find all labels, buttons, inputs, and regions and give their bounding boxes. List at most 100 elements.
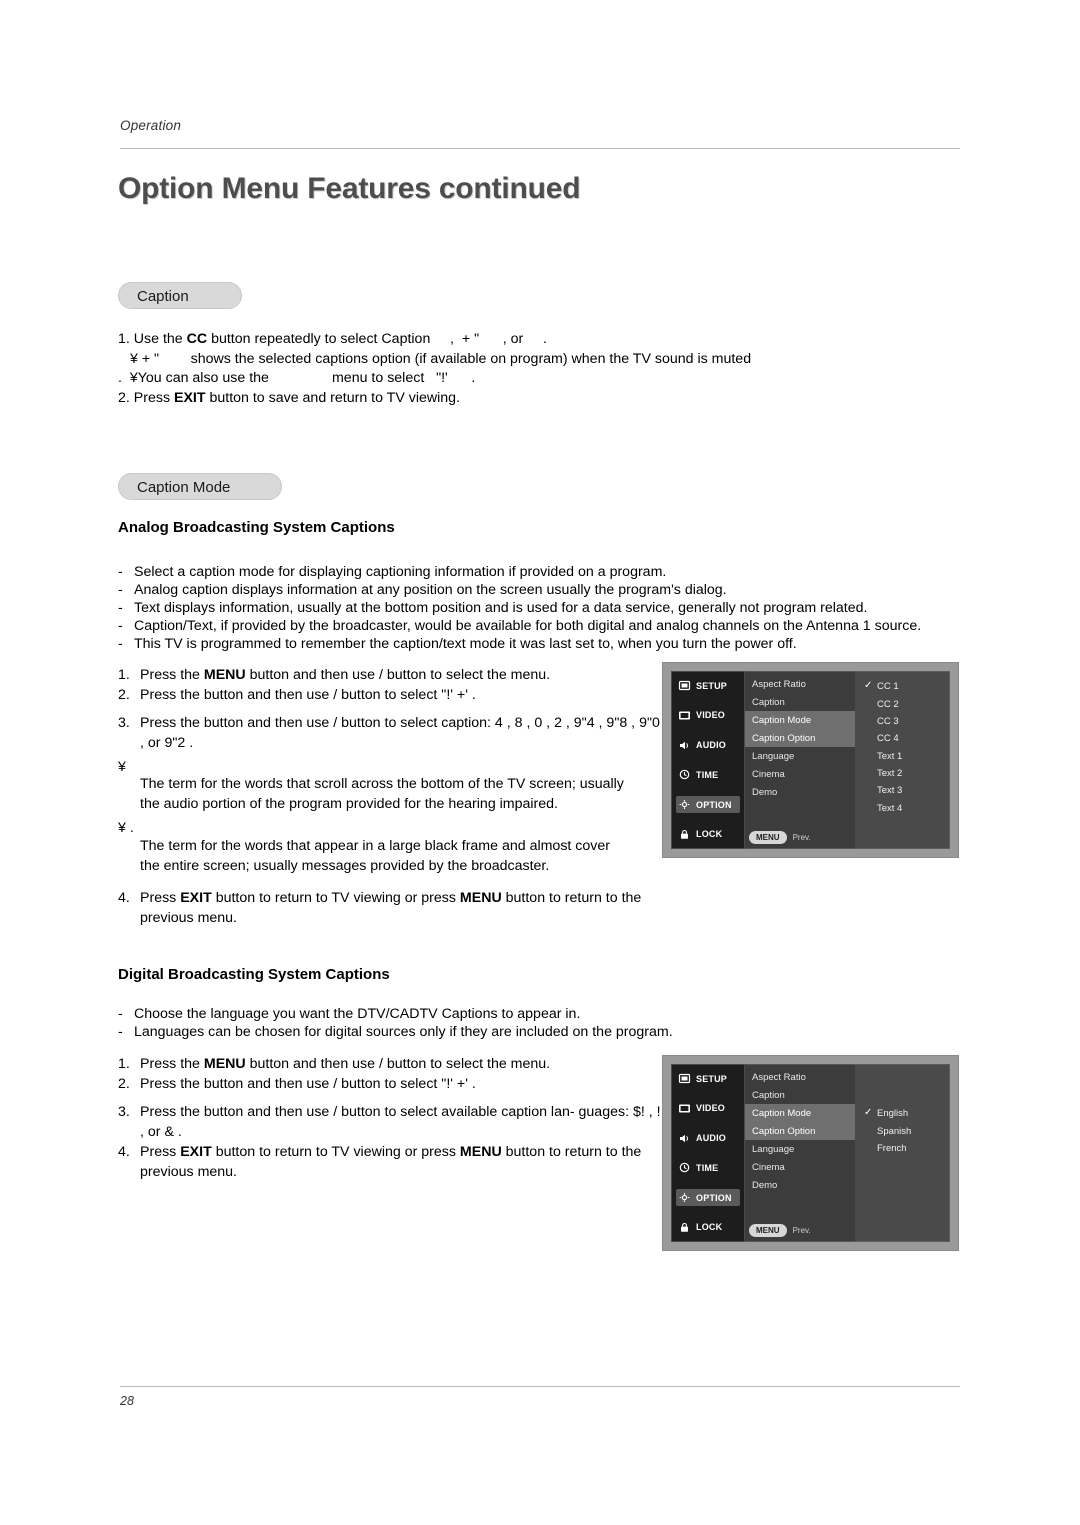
lock-icon	[678, 1222, 691, 1233]
osd-digital-menu-list: Aspect Ratio Caption Caption Mode Captio…	[745, 1064, 855, 1242]
osd-digital-button-setup-label: SETUP	[696, 1073, 728, 1084]
analog-bullet-5-text: This TV is programmed to remember the ca…	[134, 636, 797, 652]
osd-analog-option-cc1[interactable]: ✓ CC 1	[855, 678, 949, 695]
osd-digital-button-video-label: VIDEO	[696, 1103, 726, 1114]
osd-analog-option-cc2[interactable]: CC 2	[855, 695, 949, 712]
osd-analog-menu-caption[interactable]: Caption	[745, 693, 855, 711]
analog-note-2-text: The term for the words that appear in a …	[140, 838, 610, 874]
osd-digital: SETUP VIDEO AUDIO TIME OPTION LOCK Aspec…	[662, 1055, 959, 1251]
osd-analog-button-option[interactable]: OPTION	[676, 796, 740, 814]
step-number: 1.	[118, 667, 130, 683]
analog-heading: Analog Broadcasting System Captions	[118, 519, 395, 536]
analog-bullet-4: - Caption/Text, if provided by the broad…	[118, 616, 958, 636]
osd-analog-button-lock[interactable]: LOCK	[676, 826, 740, 843]
osd-digital-options: ✓ English Spanish French	[855, 1064, 950, 1242]
osd-analog-menu-caption-option[interactable]: Caption Option	[745, 729, 855, 747]
osd-digital-menu-button[interactable]: MENU	[749, 1224, 787, 1237]
clock-icon	[678, 769, 691, 780]
osd-analog-menu-aspect-ratio[interactable]: Aspect Ratio	[745, 675, 855, 693]
analog-bullet-2-text: Analog caption displays information at a…	[134, 582, 727, 598]
osd-analog-button-audio-label: AUDIO	[696, 740, 726, 751]
audio-icon	[678, 1133, 691, 1144]
analog-step-3-text: Press the button and then use / button t…	[140, 715, 660, 751]
osd-digital-button-setup[interactable]: SETUP	[676, 1070, 740, 1087]
dash-marker: -	[118, 600, 123, 616]
digital-step-1: 1. Press the MENU button and then use / …	[118, 1054, 663, 1074]
osd-analog-option-cc4[interactable]: CC 4	[855, 730, 949, 747]
osd-digital-button-option[interactable]: OPTION	[676, 1189, 740, 1207]
caption-item-1: 1. Use the CC button repeatedly to selec…	[118, 331, 547, 347]
osd-digital-menu-aspect-ratio[interactable]: Aspect Ratio	[745, 1068, 855, 1086]
digital-heading: Digital Broadcasting System Captions	[118, 966, 390, 983]
osd-digital-button-lock[interactable]: LOCK	[676, 1219, 740, 1236]
dash-marker: -	[118, 564, 123, 580]
manual-page: Operation Option Menu Features continued…	[0, 0, 1080, 1525]
check-icon: ✓	[864, 680, 873, 691]
osd-digital-menu-caption[interactable]: Caption	[745, 1086, 855, 1104]
osd-analog-option-text4[interactable]: Text 4	[855, 800, 949, 817]
osd-digital-option-english[interactable]: ✓ English	[855, 1105, 949, 1122]
osd-analog-menu-button[interactable]: MENU	[749, 831, 787, 844]
osd-analog-menu-demo[interactable]: Demo	[745, 783, 855, 801]
caption-item-2: ¥ + " shows the selected captions option…	[130, 351, 752, 367]
osd-digital-option-french[interactable]: French	[855, 1140, 949, 1157]
option-icon	[678, 1192, 691, 1203]
osd-digital-button-time-label: TIME	[696, 1162, 719, 1173]
analog-bullet-5: - This TV is programmed to remember the …	[118, 634, 958, 654]
osd-digital-button-audio[interactable]: AUDIO	[676, 1130, 740, 1147]
page-title: Option Menu Features continued	[118, 172, 581, 205]
osd-analog-menu-caption-mode[interactable]: Caption Mode	[745, 711, 855, 729]
osd-analog-button-option-label: OPTION	[696, 799, 732, 810]
osd-digital-menu-demo[interactable]: Demo	[745, 1176, 855, 1194]
osd-digital-prev-hint: Prev.	[792, 1226, 811, 1235]
osd-analog-button-video[interactable]: VIDEO	[676, 707, 740, 724]
osd-analog: SETUP VIDEO AUDIO TIME OPTION LOCK Aspec…	[662, 662, 959, 858]
step-number: 4.	[118, 1144, 130, 1160]
osd-analog-option-cc1-label: CC 1	[877, 681, 899, 693]
osd-analog-button-lock-label: LOCK	[696, 829, 723, 840]
osd-digital-menu-language[interactable]: Language	[745, 1140, 855, 1158]
osd-analog-menu-language[interactable]: Language	[745, 747, 855, 765]
analog-note-1-marker: ¥	[118, 759, 126, 775]
digital-step-3-text: Press the button and then use / button t…	[140, 1104, 661, 1140]
section-pill-caption-mode: Caption Mode	[118, 473, 282, 500]
analog-step-2: 2. Press the button and then use / butto…	[118, 685, 663, 705]
osd-analog-button-time[interactable]: TIME	[676, 766, 740, 783]
osd-analog-button-setup[interactable]: SETUP	[676, 677, 740, 694]
header-divider	[120, 148, 960, 149]
osd-digital-menu-bar: MENU Prev.	[749, 1224, 811, 1237]
analog-bullet-1-text: Select a caption mode for displaying cap…	[134, 564, 667, 580]
osd-digital-menu-caption-option[interactable]: Caption Option	[745, 1122, 855, 1140]
osd-digital-menu-cinema[interactable]: Cinema	[745, 1158, 855, 1176]
osd-analog-button-setup-label: SETUP	[696, 680, 728, 691]
digital-step-2: 2. Press the button and then use / butto…	[118, 1074, 663, 1094]
osd-analog-prev-hint: Prev.	[792, 833, 811, 842]
osd-analog-option-cc3[interactable]: CC 3	[855, 713, 949, 730]
option-icon	[678, 799, 691, 810]
digital-step-2-text: Press the button and then use / button t…	[140, 1076, 476, 1092]
dash-marker: -	[118, 1006, 123, 1022]
osd-digital-option-english-label: English	[877, 1108, 909, 1120]
osd-digital-button-time[interactable]: TIME	[676, 1159, 740, 1176]
analog-step-4-text: Press EXIT button to return to TV viewin…	[140, 890, 642, 926]
analog-step-1-text: Press the MENU button and then use / but…	[140, 667, 551, 683]
osd-analog-sidebar: SETUP VIDEO AUDIO TIME OPTION LOCK	[671, 671, 745, 849]
osd-analog-menu-cinema[interactable]: Cinema	[745, 765, 855, 783]
osd-analog-menu-list: Aspect Ratio Caption Caption Mode Captio…	[745, 671, 855, 849]
step-number: 1.	[118, 1056, 130, 1072]
osd-digital-menu-caption-mode[interactable]: Caption Mode	[745, 1104, 855, 1122]
analog-bullet-1: - Select a caption mode for displaying c…	[118, 562, 928, 582]
osd-analog-button-audio[interactable]: AUDIO	[676, 737, 740, 754]
dash-marker: -	[118, 582, 123, 598]
analog-note-1-text: The term for the words that scroll acros…	[140, 776, 624, 812]
osd-analog-option-text3[interactable]: Text 3	[855, 782, 949, 799]
osd-digital-button-video[interactable]: VIDEO	[676, 1100, 740, 1117]
osd-analog-button-time-label: TIME	[696, 769, 719, 780]
lock-icon	[678, 829, 691, 840]
osd-digital-option-spanish[interactable]: Spanish	[855, 1122, 949, 1139]
osd-analog-option-text2[interactable]: Text 2	[855, 765, 949, 782]
digital-bullet-2: - Languages can be chosen for digital so…	[118, 1022, 928, 1042]
digital-bullet-2-text: Languages can be chosen for digital sour…	[134, 1024, 673, 1040]
analog-step-4: 4. Press EXIT button to return to TV vie…	[118, 888, 678, 928]
osd-analog-option-text1[interactable]: Text 1	[855, 748, 949, 765]
